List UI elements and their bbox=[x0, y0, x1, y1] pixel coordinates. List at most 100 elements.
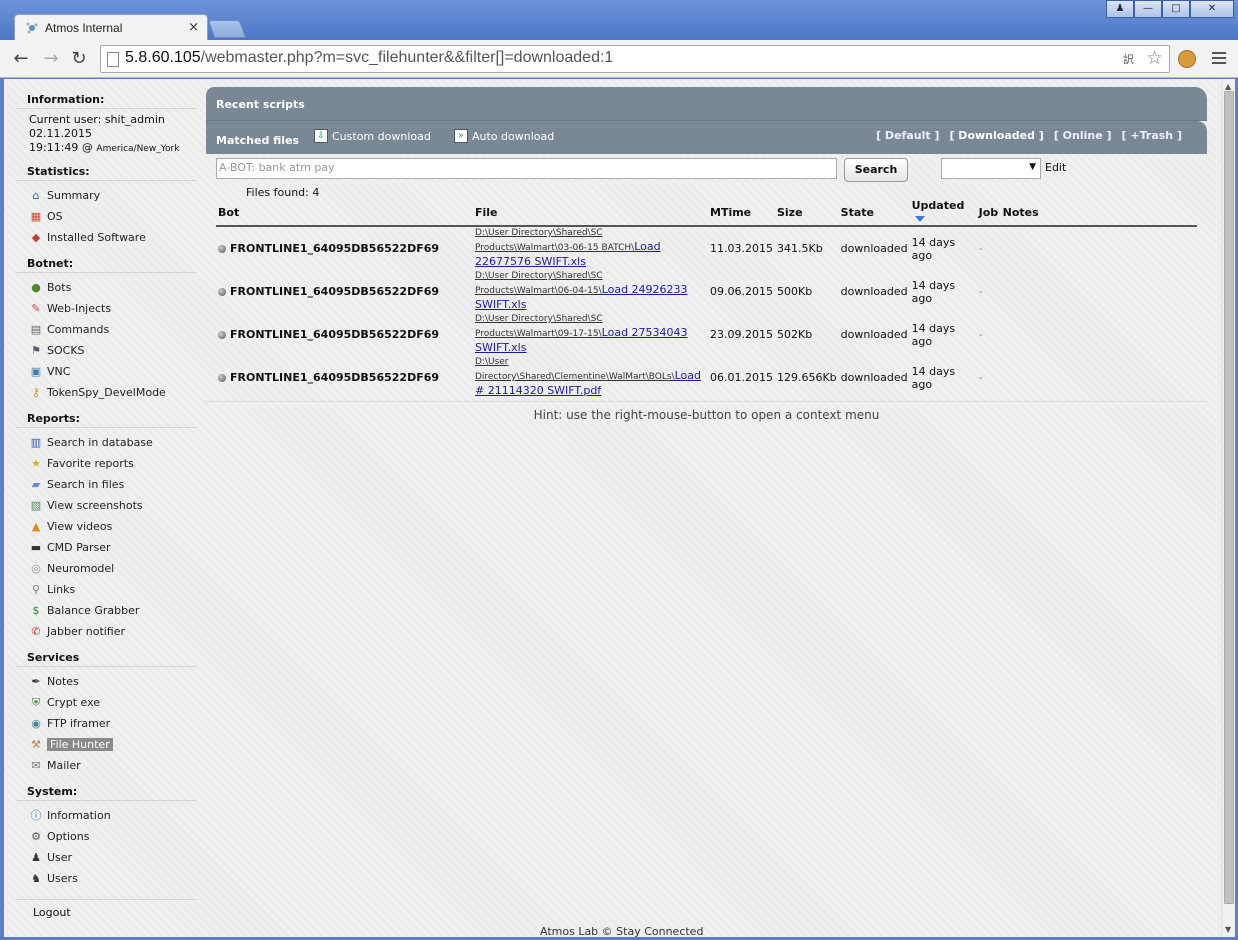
notes-cell[interactable] bbox=[1001, 226, 1197, 270]
bot-cell[interactable]: FRONTLINE1_64095DB56522DF69 bbox=[216, 270, 473, 313]
sidebar-item-label: User bbox=[47, 851, 73, 864]
sidebar-item-links[interactable]: ⚲ Links bbox=[16, 579, 196, 600]
mail-icon: ✉ bbox=[31, 758, 41, 772]
close-window-button[interactable]: ✕ bbox=[1190, 0, 1234, 18]
filter-trash[interactable]: [ +Trash ] bbox=[1122, 129, 1182, 142]
bot-cell[interactable]: FRONTLINE1_64095DB56522DF69 bbox=[216, 226, 473, 270]
sidebar-item-users[interactable]: ♞ Users bbox=[16, 868, 196, 889]
sidebar-item-vnc[interactable]: ▣ VNC bbox=[16, 361, 196, 382]
file-link[interactable]: Load 24926233 bbox=[602, 283, 688, 296]
auto-download-button[interactable]: » Auto download bbox=[454, 129, 554, 143]
minimize-button[interactable]: — bbox=[1134, 0, 1162, 18]
sidebar-item-bots[interactable]: ● Bots bbox=[16, 277, 196, 298]
bot-id[interactable]: FRONTLINE1_64095DB56522DF69 bbox=[230, 285, 439, 298]
scroll-down-icon[interactable]: ▼ bbox=[1225, 925, 1231, 934]
sidebar-item-summary[interactable]: ⌂ Summary bbox=[16, 185, 196, 206]
browser-menu-icon[interactable] bbox=[1212, 52, 1226, 66]
new-tab-button[interactable] bbox=[207, 20, 247, 38]
search-button[interactable]: Search bbox=[844, 158, 908, 182]
notes-cell[interactable] bbox=[1001, 270, 1197, 313]
filter-online[interactable]: [ Online ] bbox=[1054, 129, 1112, 142]
sidebar-item-os[interactable]: ▦ OS bbox=[16, 206, 196, 227]
cookie-extension-icon[interactable] bbox=[1178, 50, 1196, 68]
search-input[interactable]: A-BOT: bank atm pay bbox=[216, 158, 837, 179]
filter-default[interactable]: [ Default ] bbox=[876, 129, 939, 142]
sidebar-item-file-hunter[interactable]: ⚒ File Hunter bbox=[16, 734, 196, 755]
file-link[interactable]: Load bbox=[634, 240, 660, 253]
preset-select[interactable]: ▼ bbox=[941, 158, 1041, 179]
chevron-down-icon: ▼ bbox=[1029, 162, 1036, 172]
sidebar-item-tokenspy-develmode[interactable]: ⚷ TokenSpy_DevelMode bbox=[16, 382, 196, 403]
column-header-state[interactable]: State bbox=[838, 199, 910, 227]
sidebar-item-search-in-files[interactable]: ▰ Search in files bbox=[16, 474, 196, 495]
sidebar-item-neuromodel[interactable]: ◎ Neuromodel bbox=[16, 558, 196, 579]
table-row[interactable]: FRONTLINE1_64095DB56522DF69 D:\User Direc… bbox=[216, 270, 1197, 313]
scroll-thumb[interactable] bbox=[1224, 91, 1234, 904]
sidebar-item-commands[interactable]: ▤ Commands bbox=[16, 319, 196, 340]
column-header-size[interactable]: Size bbox=[774, 199, 839, 227]
scroll-up-icon[interactable]: ▲ bbox=[1225, 82, 1231, 91]
logout-link[interactable]: Logout bbox=[16, 899, 196, 919]
bot-id[interactable]: FRONTLINE1_64095DB56522DF69 bbox=[230, 328, 439, 341]
notes-cell[interactable] bbox=[1001, 356, 1197, 399]
bookmark-star-icon[interactable]: ☆ bbox=[1146, 47, 1163, 69]
column-header-updated[interactable]: Updated bbox=[909, 199, 977, 227]
bot-id[interactable]: FRONTLINE1_64095DB56522DF69 bbox=[230, 242, 439, 255]
sidebar-item-mailer[interactable]: ✉ Mailer bbox=[16, 755, 196, 776]
maximize-button[interactable]: □ bbox=[1162, 0, 1190, 18]
file-link[interactable]: 22677576 SWIFT.xls bbox=[475, 255, 586, 268]
table-row[interactable]: FRONTLINE1_64095DB56522DF69 D:\User Direct… bbox=[216, 356, 1197, 399]
file-path[interactable]: D:\User bbox=[475, 357, 509, 367]
bot-cell[interactable]: FRONTLINE1_64095DB56522DF69 bbox=[216, 313, 473, 356]
column-header-job[interactable]: Job bbox=[976, 199, 1001, 227]
file-path[interactable]: D:\User Directory\Shared\SC bbox=[475, 271, 603, 281]
notes-cell[interactable] bbox=[1001, 313, 1197, 356]
sidebar-item-user[interactable]: ♟ User bbox=[16, 847, 196, 868]
filter-downloaded[interactable]: [ Downloaded ] bbox=[949, 129, 1043, 142]
section-title-services: Services bbox=[16, 649, 196, 667]
column-header-notes[interactable]: Notes bbox=[1000, 199, 1197, 227]
file-link[interactable]: # 21114320 SWIFT.pdf bbox=[475, 384, 601, 397]
bot-id[interactable]: FRONTLINE1_64095DB56522DF69 bbox=[230, 371, 439, 384]
table-row[interactable]: FRONTLINE1_64095DB56522DF69 D:\User Direc… bbox=[216, 226, 1197, 270]
back-arrow-icon[interactable]: ← bbox=[10, 48, 32, 70]
edit-link[interactable]: Edit bbox=[1045, 161, 1066, 174]
file-path[interactable]: D:\User Directory\Shared\SC bbox=[475, 228, 603, 238]
file-link[interactable]: Load bbox=[675, 369, 701, 382]
sidebar-item-ftp-iframer[interactable]: ◉ FTP iframer bbox=[16, 713, 196, 734]
bot-cell[interactable]: FRONTLINE1_64095DB56522DF69 bbox=[216, 356, 473, 399]
vertical-scrollbar[interactable]: ▲ ▼ bbox=[1221, 79, 1235, 937]
file-path[interactable]: D:\User Directory\Shared\SC bbox=[475, 314, 603, 324]
sidebar-item-options[interactable]: ⚙ Options bbox=[16, 826, 196, 847]
sidebar-item-web-injects[interactable]: ✎ Web-Injects bbox=[16, 298, 196, 319]
file-link[interactable]: SWIFT.xls bbox=[475, 298, 526, 311]
column-header-mtime[interactable]: MTime bbox=[708, 199, 775, 227]
translate-icon[interactable]: 訳 bbox=[1123, 51, 1139, 67]
sidebar-item-favorite-reports[interactable]: ★ Favorite reports bbox=[16, 453, 196, 474]
address-bar[interactable]: 5.8.60.105/webmaster.php?m=svc_filehunte… bbox=[100, 45, 1170, 73]
sidebar-item-information[interactable]: ⓘ Information bbox=[16, 805, 196, 826]
sidebar-item-jabber-notifier[interactable]: ✆ Jabber notifier bbox=[16, 621, 196, 642]
sidebar-item-search-in-database[interactable]: ▥ Search in database bbox=[16, 432, 196, 453]
sidebar-item-view-videos[interactable]: ▲ View videos bbox=[16, 516, 196, 537]
sidebar-item-balance-grabber[interactable]: $ Balance Grabber bbox=[16, 600, 196, 621]
column-header-bot[interactable]: Bot bbox=[216, 199, 473, 227]
forward-arrow-icon[interactable]: → bbox=[40, 48, 62, 70]
sidebar-item-installed-software[interactable]: ◆ Installed Software bbox=[16, 227, 196, 248]
sidebar-item-socks[interactable]: ⚑ SOCKS bbox=[16, 340, 196, 361]
sidebar-item-view-screenshots[interactable]: ▧ View screenshots bbox=[16, 495, 196, 516]
file-link[interactable]: SWIFT.xls bbox=[475, 341, 526, 354]
custom-download-button[interactable]: ⇩ Custom download bbox=[314, 129, 431, 143]
sidebar-item-crypt-exe[interactable]: ⛨ Crypt exe bbox=[16, 692, 196, 713]
url-text[interactable]: 5.8.60.105/webmaster.php?m=svc_filehunte… bbox=[125, 49, 613, 67]
browser-tab[interactable]: Atmos Internal × bbox=[14, 14, 208, 41]
recent-scripts-header[interactable]: Recent scripts bbox=[206, 87, 1207, 121]
tab-close-icon[interactable]: × bbox=[188, 20, 199, 35]
file-link[interactable]: Load 27534043 bbox=[602, 326, 688, 339]
column-header-file[interactable]: File bbox=[473, 199, 708, 227]
sidebar-item-notes[interactable]: ✒ Notes bbox=[16, 671, 196, 692]
user-profile-icon[interactable]: ♟ bbox=[1106, 0, 1134, 18]
table-row[interactable]: FRONTLINE1_64095DB56522DF69 D:\User Direc… bbox=[216, 313, 1197, 356]
reload-icon[interactable]: ↻ bbox=[68, 48, 90, 70]
sidebar-item-cmd-parser[interactable]: ▬ CMD Parser bbox=[16, 537, 196, 558]
